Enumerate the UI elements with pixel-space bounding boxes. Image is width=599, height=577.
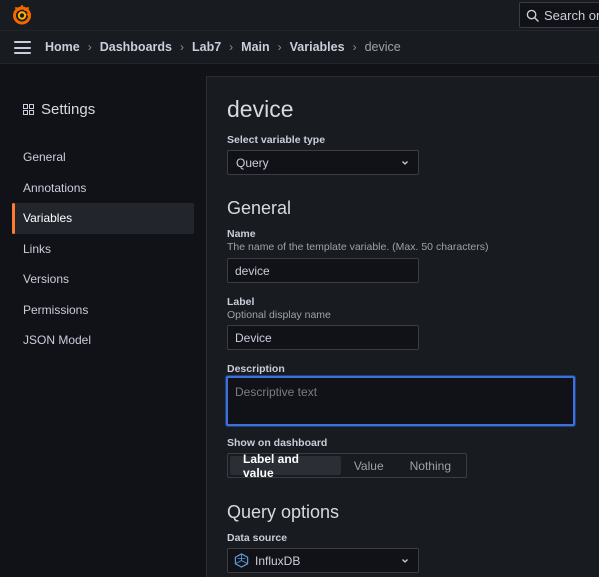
- variable-type-label: Select variable type: [227, 134, 326, 146]
- breadcrumb-current: device: [364, 40, 401, 54]
- settings-title-text: Settings: [41, 101, 96, 118]
- chevron-right-icon: ›: [87, 40, 92, 54]
- show-on-dashboard-radio-group: Label and value Value Nothing: [227, 452, 467, 480]
- option-nothing[interactable]: Nothing: [397, 456, 464, 475]
- breadcrumb: Home › Dashboards › Lab7 › Main › Variab…: [45, 40, 401, 54]
- label-field-label: Label: [227, 296, 255, 308]
- chevron-down-icon: [402, 558, 408, 563]
- menu-icon[interactable]: [14, 41, 31, 54]
- label-input[interactable]: [227, 325, 419, 350]
- search-placeholder: Search or jump to...: [544, 7, 599, 23]
- chevron-right-icon: ›: [352, 40, 357, 54]
- name-label: Name: [227, 228, 256, 240]
- data-source-value: InfluxDB: [255, 553, 301, 568]
- option-value[interactable]: Value: [341, 456, 397, 475]
- chevron-down-icon: [402, 160, 408, 165]
- breadcrumb-variables[interactable]: Variables: [290, 40, 345, 54]
- variable-type-select[interactable]: Query: [227, 150, 419, 175]
- influxdb-icon: [234, 553, 249, 568]
- breadcrumb-lab7[interactable]: Lab7: [192, 40, 221, 54]
- variable-type-value: Query: [236, 155, 269, 170]
- breadcrumb-main[interactable]: Main: [241, 40, 269, 54]
- sidebar-item-annotations[interactable]: Annotations: [12, 173, 194, 204]
- description-textarea[interactable]: [226, 376, 575, 426]
- name-input[interactable]: [227, 258, 419, 283]
- description-label: Description: [227, 363, 285, 375]
- general-heading: General: [227, 198, 292, 218]
- sidebar-item-json-model[interactable]: JSON Model: [12, 325, 194, 356]
- settings-nav: General Annotations Variables Links Vers…: [12, 142, 194, 356]
- sidebar-item-variables[interactable]: Variables: [12, 203, 194, 234]
- sidebar-item-general[interactable]: General: [12, 142, 194, 173]
- breadcrumb-bar: Home › Dashboards › Lab7 › Main › Variab…: [0, 30, 599, 64]
- top-bar: Search or jump to...: [0, 0, 599, 30]
- settings-title: Settings: [23, 101, 95, 118]
- sidebar-item-links[interactable]: Links: [12, 234, 194, 265]
- query-options-heading: Query options: [227, 502, 340, 522]
- sidebar-item-versions[interactable]: Versions: [12, 264, 194, 295]
- chevron-right-icon: ›: [179, 40, 184, 54]
- show-on-dashboard-label: Show on dashboard: [227, 437, 328, 449]
- data-source-label: Data source: [227, 532, 288, 544]
- search-icon: [526, 9, 539, 22]
- breadcrumb-home[interactable]: Home: [45, 40, 80, 54]
- label-field-description: Optional display name: [227, 309, 331, 321]
- settings-sidebar: Settings General Annotations Variables L…: [0, 64, 206, 577]
- name-description: The name of the template variable. (Max.…: [227, 241, 489, 253]
- variable-editor: device Select variable type Query Genera…: [206, 76, 599, 577]
- sidebar-item-permissions[interactable]: Permissions: [12, 295, 194, 326]
- option-label-and-value[interactable]: Label and value: [230, 452, 341, 480]
- chevron-right-icon: ›: [229, 40, 234, 54]
- page-title: device: [227, 96, 294, 122]
- grafana-logo-icon[interactable]: [12, 5, 32, 25]
- chevron-right-icon: ›: [277, 40, 282, 54]
- data-source-select[interactable]: InfluxDB: [227, 548, 419, 573]
- apps-grid-icon: [23, 104, 34, 115]
- breadcrumb-dashboards[interactable]: Dashboards: [100, 40, 172, 54]
- search-bar[interactable]: Search or jump to...: [519, 2, 599, 28]
